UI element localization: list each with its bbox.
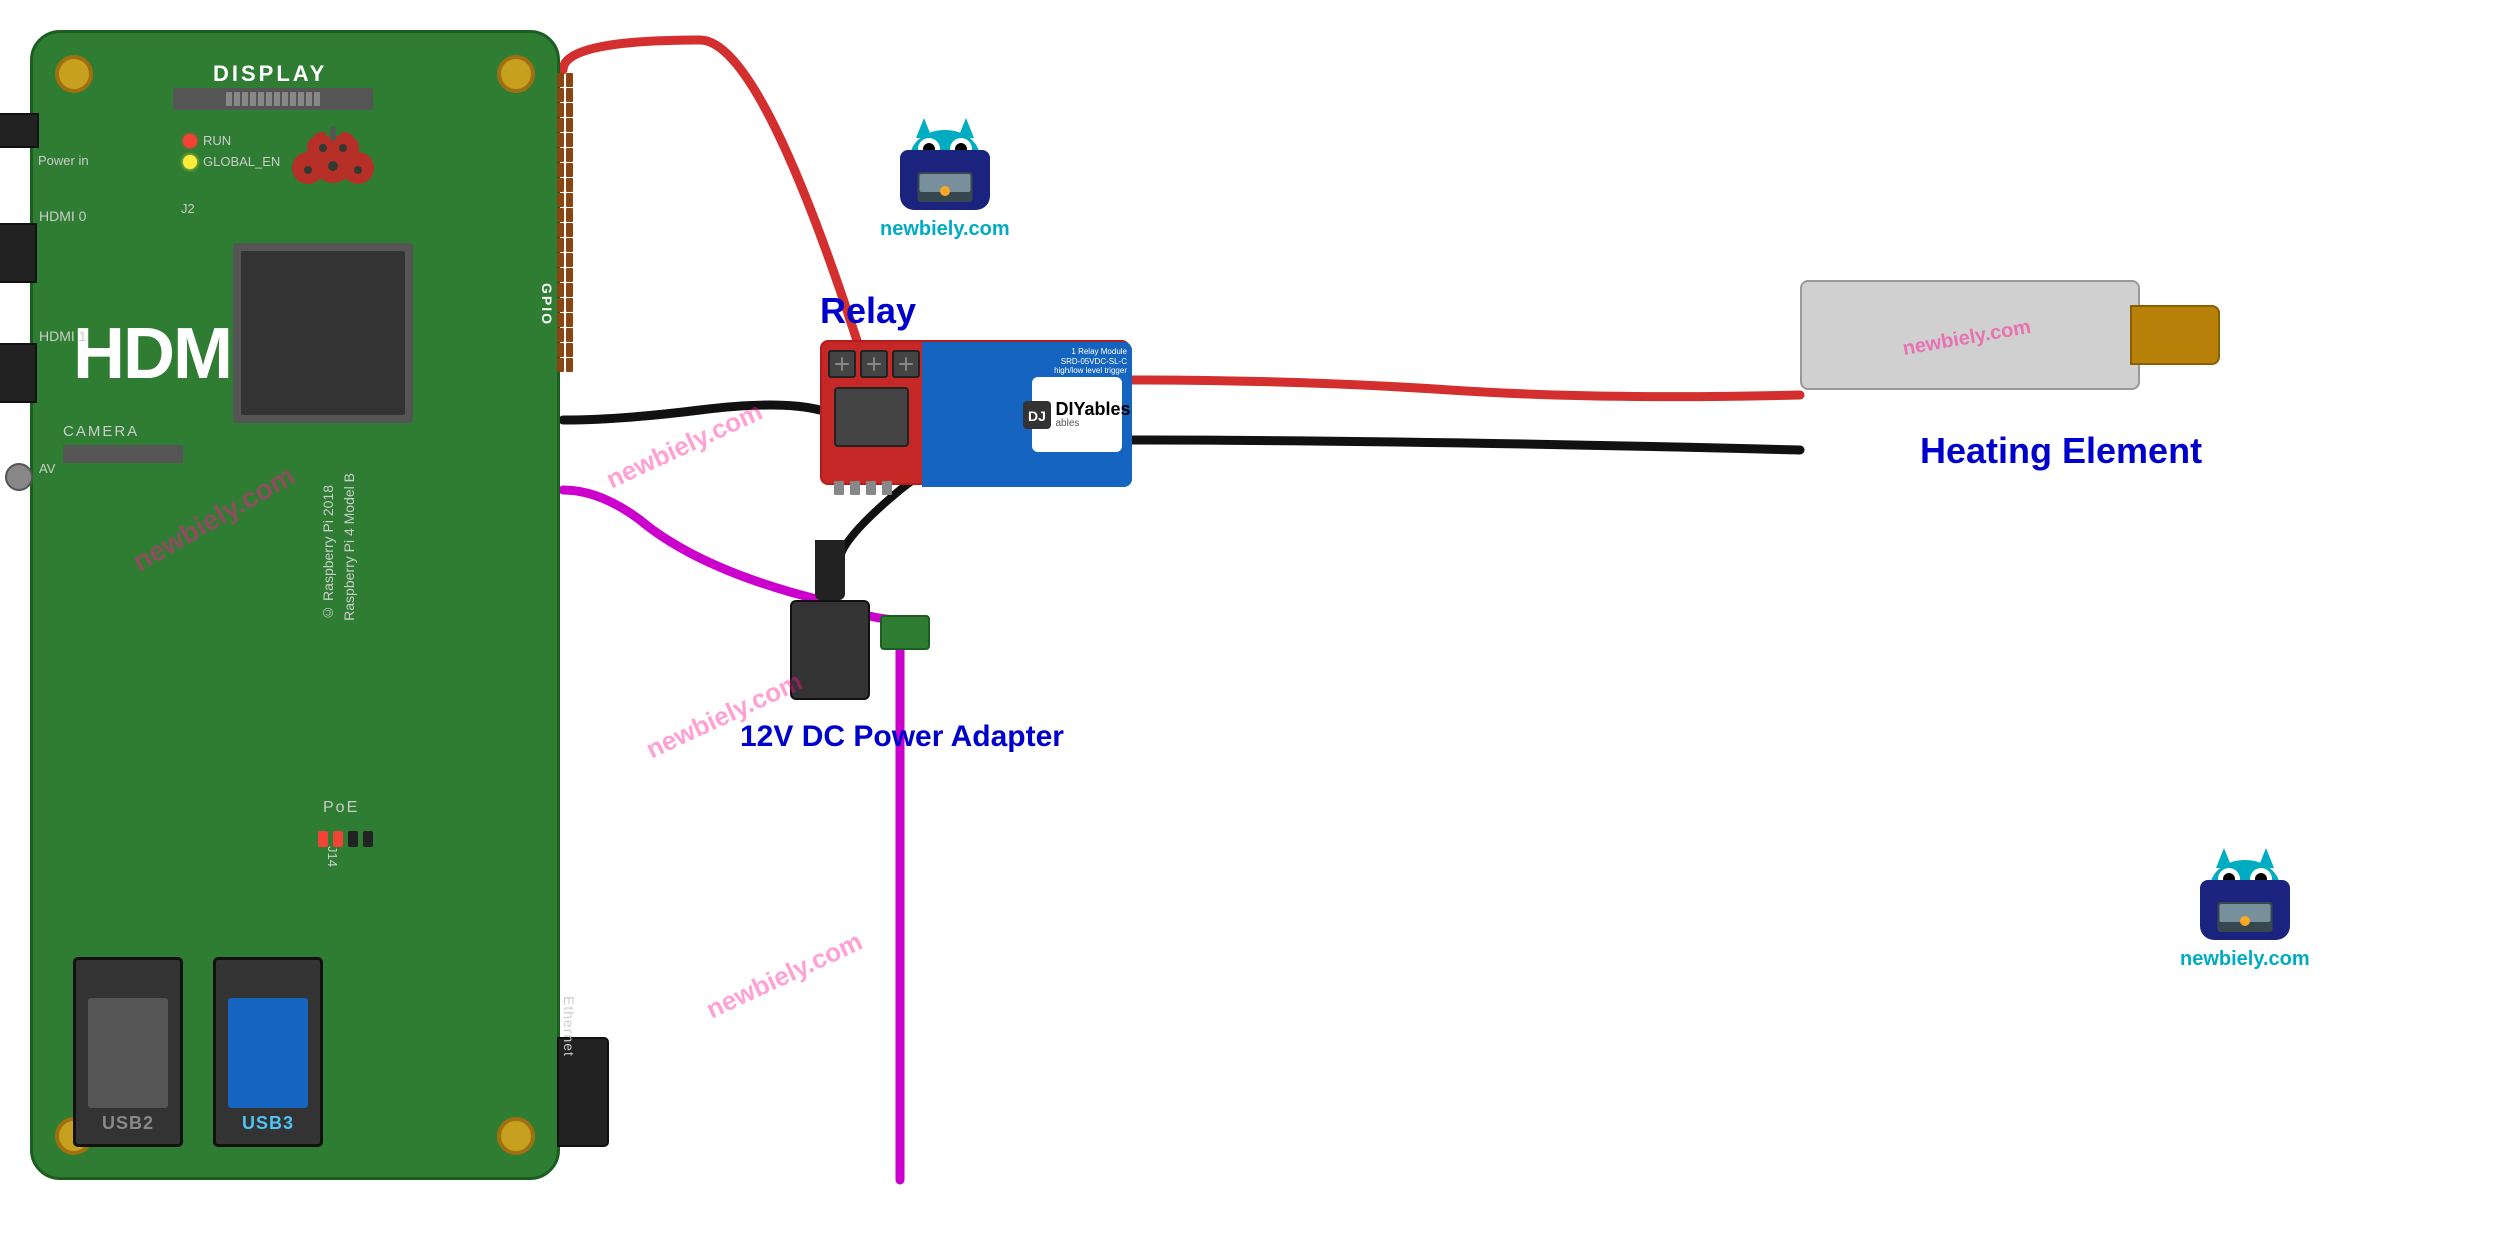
poe-pin-4 (363, 831, 373, 847)
bottom-right-owl-site: newbiely.com (2180, 948, 2310, 971)
cpu-chip (233, 243, 413, 423)
relay-screw-terminals (828, 350, 920, 378)
relay-srd-label: 1 Relay ModuleSRD-05VDC-SL-Chigh/low lev… (1054, 347, 1127, 376)
screw-term-2 (860, 350, 888, 378)
power-in-label: Power in (38, 153, 89, 168)
watermark-heat: newbiely.com (1901, 316, 2033, 361)
watermark-rpi: newbiely.com (127, 460, 300, 578)
usb-group: USB2 USB3 (73, 957, 323, 1147)
usb2-port: USB2 (73, 957, 183, 1147)
av-label: AV (39, 461, 55, 476)
relay-coil (834, 387, 909, 447)
poe-connector (318, 831, 373, 847)
bottom-right-owl-container: newbiely.com (2180, 860, 2310, 971)
relay-owl-ear-left (916, 118, 932, 138)
bottom-right-owl-ear-right (2258, 848, 2274, 868)
rpi-copyright: © Raspberry Pi 2018 (318, 473, 339, 621)
hdmi1-label: HDMI 1 (39, 328, 86, 344)
relay-owl-bg (900, 150, 990, 210)
green-terminal (880, 615, 930, 650)
display-connector (173, 88, 373, 110)
relay-pin-2 (850, 481, 860, 495)
relay-owl-group: newbiely.com (880, 130, 1010, 241)
heating-connector-end (2130, 305, 2220, 365)
power-in-port (0, 113, 39, 148)
led-run-label: RUN (203, 133, 231, 148)
bottom-right-owl-dot (2240, 916, 2250, 926)
relay-title: Relay (820, 290, 916, 332)
owl-bottom-right: newbiely.com (2180, 860, 2310, 971)
led-group: RUN GLOBAL_EN (183, 133, 280, 169)
hdmi0-port (0, 223, 37, 283)
gpio-label: GPIO (539, 283, 555, 326)
power-adapter (790, 540, 870, 700)
diagram-container: Power in DISPLAY J2 RUN GLOBAL_EN (0, 0, 2494, 1258)
watermark-relay-3: newbiely.com (701, 926, 867, 1025)
relay-pin-3 (866, 481, 876, 495)
relay-owl-container: newbiely.com (880, 130, 1010, 241)
rpi-text: © Raspberry Pi 2018 Raspberry Pi 4 Model… (318, 473, 360, 621)
relay-bottom-pins (834, 481, 892, 495)
rpi-model: Raspberry Pi 4 Model B (339, 473, 360, 621)
relay-owl-site: newbiely.com (880, 218, 1010, 241)
bottom-right-owl-ear-left (2216, 848, 2232, 868)
bottom-right-owl-bg (2200, 880, 2290, 940)
led-run (183, 134, 197, 148)
poe-pin-2 (333, 831, 343, 847)
hdmi-main-label: HDMI (73, 313, 249, 395)
diy-logo-text: DIYables (1055, 400, 1130, 418)
bottom-right-owl-body (2195, 860, 2295, 940)
usb3-port: USB3 (213, 957, 323, 1147)
poe-pin-3 (348, 831, 358, 847)
svg-text:DJ: DJ (1029, 408, 1047, 424)
rpi-board: Power in DISPLAY J2 RUN GLOBAL_EN (30, 30, 560, 1180)
adapter-plug (815, 540, 845, 600)
cpu-chip-inner (241, 251, 405, 415)
relay-owl-ear-right (958, 118, 974, 138)
camera-label: CAMERA (63, 423, 139, 440)
diy-logo-sub: ables (1055, 418, 1130, 429)
av-port (5, 463, 33, 491)
rpi-logo (268, 118, 398, 248)
mount-hole-br (497, 1117, 535, 1155)
gpio-strip (557, 73, 575, 853)
adapter-body (790, 600, 870, 700)
heating-element-component: newbiely.com (1800, 270, 2220, 400)
hdmi0-label: HDMI 0 (39, 208, 86, 224)
hdmi1-port (0, 343, 37, 403)
relay-board: DJ DIYables ables 1 Relay ModuleSRD-05VD… (820, 340, 1130, 485)
screw-term-1 (828, 350, 856, 378)
relay-owl-dot (940, 186, 950, 196)
j14-label: J14 (325, 846, 340, 867)
watermark-relay-1: newbiely.com (601, 396, 767, 495)
camera-connector (63, 445, 183, 463)
heating-element-label: Heating Element (1920, 430, 2202, 472)
ethernet-label: Ethernet (561, 996, 577, 1057)
display-label: DISPLAY (213, 61, 327, 87)
usb2-inner (88, 998, 168, 1108)
heating-body: newbiely.com (1800, 280, 2140, 390)
usb2-label: USB2 (102, 1113, 154, 1134)
relay-pin-1 (834, 481, 844, 495)
diy-icon: DJ (1023, 401, 1051, 429)
relay-owl-body (895, 130, 995, 210)
mount-hole-tr (497, 55, 535, 93)
power-adapter-label: 12V DC Power Adapter (740, 720, 1064, 754)
relay-blue-section: DJ DIYables ables 1 Relay ModuleSRD-05VD… (922, 342, 1132, 487)
led-global (183, 155, 197, 169)
usb3-inner (228, 998, 308, 1108)
mount-hole-tl (55, 55, 93, 93)
relay-pin-4 (882, 481, 892, 495)
screw-term-3 (892, 350, 920, 378)
usb3-label: USB3 (242, 1113, 294, 1134)
relay-diy-logo: DJ DIYables ables (1032, 377, 1122, 452)
poe-label: PoE (323, 799, 359, 817)
j2-label: J2 (181, 201, 195, 216)
poe-pin-1 (318, 831, 328, 847)
